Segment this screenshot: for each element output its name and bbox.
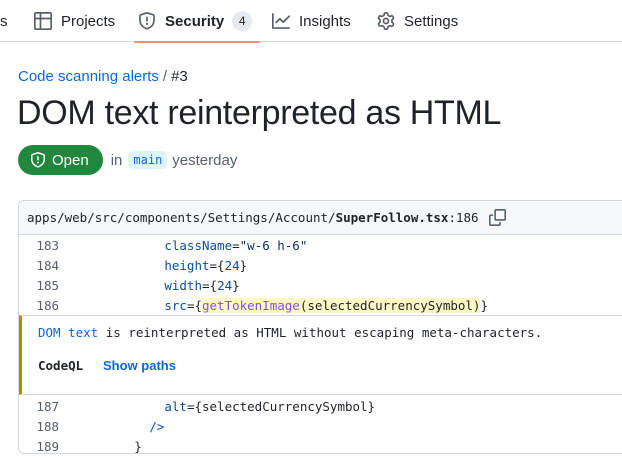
repo-nav-tabs: s Projects Security 4 Insights Settings [0,0,622,43]
tab-settings[interactable]: Settings [377,0,458,42]
code-text: height={24} [164,257,248,273]
code-snippet-box: apps/web/src/components/Settings/Account… [18,200,622,454]
alert-time: yesterday [172,151,238,169]
code-text: width={24} [164,277,240,293]
open-state-badge: Open [18,145,103,175]
code-line: 187 alt={selectedCurrencySymbol} [19,396,622,416]
show-paths-button[interactable]: Show paths [103,358,176,373]
tab-projects[interactable]: Projects [34,0,115,42]
code-line: 188 /> [19,416,622,436]
branch-prefix: in [110,151,123,169]
line-number[interactable]: 184 [19,258,59,273]
tab-projects-label: Projects [61,12,116,30]
tab-code[interactable]: s [0,0,8,42]
line-number[interactable]: 187 [19,399,59,414]
file-name[interactable]: SuperFollow.tsx [336,210,449,225]
gear-icon [377,12,395,30]
code-line: 185 width={24} [19,275,622,295]
alert-annotation: DOM text is reinterpreted as HTML withou… [19,315,622,395]
line-number[interactable]: 183 [19,238,59,253]
tab-insights-label: Insights [299,12,351,30]
branch-name[interactable]: main [128,151,168,169]
line-number[interactable]: 186 [19,298,59,313]
code-text: } [134,438,142,454]
shield-icon [31,152,45,168]
file-path: apps/web/src/components/Settings/Account… [27,210,336,225]
alert-source-link[interactable]: DOM text [38,325,98,340]
copy-icon[interactable] [488,208,507,227]
code-line: 183 className="w-6 h-6" [19,235,622,255]
security-count-badge: 4 [232,11,253,31]
tab-security-label: Security [165,12,225,30]
code-text: src={getTokenImage(selectedCurrencySymbo… [164,297,488,313]
breadcrumb-current: #3 [171,68,188,85]
file-path-header: apps/web/src/components/Settings/Account… [19,201,622,235]
tab-insights[interactable]: Insights [272,0,351,42]
alert-message-text: is reinterpreted as HTML without escapin… [98,325,543,340]
page-title: DOM text reinterpreted as HTML [17,94,502,132]
code-line: 184 height={24} [19,255,622,275]
shield-icon [138,12,156,30]
alert-status-row: Open in main yesterday [18,145,237,175]
tab-security[interactable]: Security 4 [133,0,261,43]
line-reference: :186 [448,210,479,225]
tab-settings-label: Settings [404,12,459,30]
tab-code-label: s [0,12,8,30]
breadcrumb: Code scanning alerts / #3 [18,68,188,85]
line-number[interactable]: 185 [19,278,59,293]
line-number[interactable]: 188 [19,419,59,434]
code-lines-after: 187 alt={selectedCurrencySymbol} 188 /> 18… [19,395,622,454]
table-icon [34,12,52,30]
breadcrumb-code-scanning-link[interactable]: Code scanning alerts [18,68,159,85]
code-text: /> [149,418,165,434]
code-text: alt={selectedCurrencySymbol} [164,398,376,414]
code-line: 186 src={getTokenImage(selectedCurrencyS… [19,295,622,315]
alert-message: DOM text is reinterpreted as HTML withou… [38,325,542,340]
code-line: 189 } [19,436,622,454]
alert-tool-name: CodeQL [38,358,84,373]
code-lines-before: 183 className="w-6 h-6" 184 height={24} 18… [19,235,622,315]
code-text: className="w-6 h-6" [164,237,308,253]
line-number[interactable]: 189 [19,439,59,454]
breadcrumb-separator: / [162,68,168,85]
graph-icon [272,12,290,30]
open-state-label: Open [52,151,89,169]
